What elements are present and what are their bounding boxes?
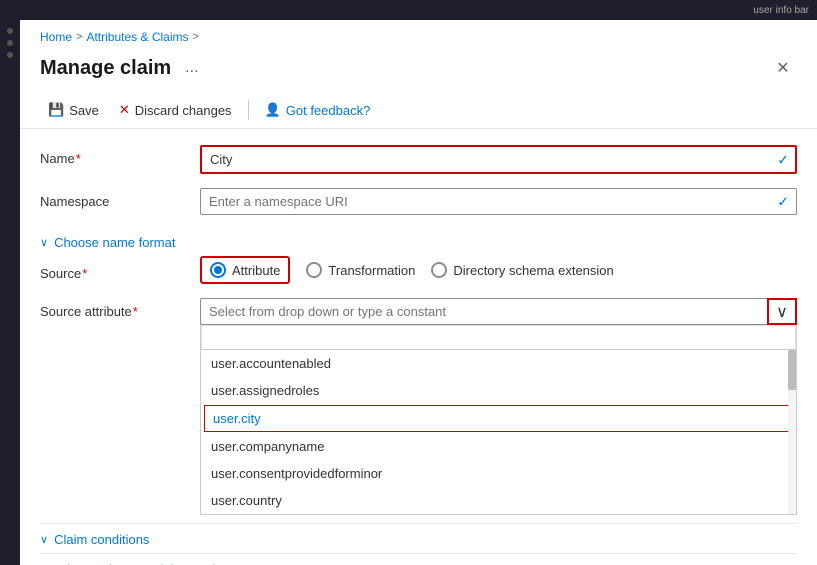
- main-content: Home > Attributes & Claims > Manage clai…: [20, 20, 817, 565]
- namespace-label: Namespace: [40, 188, 200, 209]
- feedback-icon: 👤: [265, 102, 281, 118]
- dropdown-search-input[interactable]: [201, 325, 796, 350]
- page-title: Manage claim: [40, 57, 171, 80]
- discard-icon: ✕: [119, 102, 130, 118]
- scrollbar-thumb: [788, 350, 796, 390]
- breadcrumb-sep-1: >: [76, 31, 82, 43]
- sidebar: [0, 20, 20, 565]
- namespace-input[interactable]: [200, 188, 797, 215]
- close-button[interactable]: ✕: [769, 54, 797, 82]
- dropdown-items-list: user.accountenabled user.assignedroles u…: [201, 350, 796, 514]
- dropdown-item-consent[interactable]: user.consentprovidedforminor: [201, 460, 796, 487]
- claim-conditions-label: Claim conditions: [54, 532, 149, 547]
- directory-radio-label: Directory schema extension: [453, 263, 613, 278]
- save-icon: 💾: [48, 102, 64, 118]
- feedback-button[interactable]: 👤 Got feedback?: [257, 98, 379, 122]
- name-label: Name*: [40, 145, 200, 166]
- dropdown-trigger-row: ∨: [200, 298, 797, 325]
- dropdown-item-country[interactable]: user.country: [201, 487, 796, 514]
- name-checkmark: ✓: [777, 151, 789, 168]
- form-body: Name* ✓ Namespace ✓ ∨ Choose name format: [20, 129, 817, 565]
- dropdown-item-city[interactable]: user.city: [204, 405, 793, 432]
- source-directory-option[interactable]: Directory schema extension: [431, 262, 613, 278]
- breadcrumb-home[interactable]: Home: [40, 30, 72, 44]
- sidebar-dot-2: [7, 40, 13, 46]
- toolbar: 💾 Save ✕ Discard changes 👤 Got feedback?: [20, 92, 817, 129]
- ellipsis-button[interactable]: ...: [179, 57, 204, 79]
- chevron-down-icon: ∨: [776, 302, 788, 322]
- name-row: Name* ✓: [40, 145, 797, 174]
- sidebar-dot-1: [7, 28, 13, 34]
- dropdown-item-accountenabled[interactable]: user.accountenabled: [201, 350, 796, 377]
- attribute-radio-circle: [210, 262, 226, 278]
- name-format-chevron: ∨: [40, 236, 48, 249]
- top-bar-text: user info bar: [753, 5, 809, 16]
- page-header: Manage claim ... ✕: [20, 50, 817, 92]
- name-required: *: [76, 151, 81, 166]
- attribute-radio-inner: [214, 266, 222, 274]
- source-radio-group: Attribute Transformation Directory schem…: [200, 256, 797, 284]
- dropdown-arrow-button[interactable]: ∨: [767, 298, 797, 325]
- source-attr-required: *: [133, 304, 138, 319]
- discard-label: Discard changes: [135, 103, 232, 118]
- name-format-label: Choose name format: [54, 235, 175, 250]
- source-label: Source*: [40, 260, 200, 281]
- transformation-radio-label: Transformation: [328, 263, 415, 278]
- sidebar-dot-3: [7, 52, 13, 58]
- toolbar-divider: [248, 100, 249, 120]
- dropdown-scroll-container: user.accountenabled user.assignedroles u…: [201, 350, 796, 514]
- source-required: *: [82, 266, 87, 281]
- scrollbar-track[interactable]: [788, 350, 796, 514]
- save-button[interactable]: 💾 Save: [40, 98, 107, 122]
- claim-conditions-row[interactable]: ∨ Claim conditions: [40, 523, 797, 553]
- name-input-wrap: ✓: [200, 145, 797, 174]
- advanced-saml-row[interactable]: ∨ Advanced SAML claims options: [40, 553, 797, 565]
- breadcrumb-sep-2: >: [192, 31, 198, 43]
- breadcrumb: Home > Attributes & Claims >: [20, 20, 817, 50]
- source-attribute-label: Source attribute*: [40, 298, 200, 319]
- dropdown-item-companyname[interactable]: user.companyname: [201, 433, 796, 460]
- source-attribute-input[interactable]: [200, 298, 797, 325]
- claim-conditions-chevron: ∨: [40, 533, 48, 546]
- source-attribute-option[interactable]: Attribute: [200, 256, 290, 284]
- choose-name-format-row[interactable]: ∨ Choose name format: [40, 229, 797, 256]
- directory-radio-circle: [431, 262, 447, 278]
- save-label: Save: [69, 103, 99, 118]
- source-attribute-row: Source attribute* ∨ use: [40, 298, 797, 515]
- dropdown-list: user.accountenabled user.assignedroles u…: [200, 324, 797, 515]
- discard-changes-button[interactable]: ✕ Discard changes: [111, 98, 240, 122]
- namespace-input-wrap: ✓: [200, 188, 797, 215]
- source-row: Source* Attribute Transformation: [40, 256, 797, 284]
- feedback-label: Got feedback?: [286, 103, 371, 118]
- attribute-radio-label: Attribute: [232, 263, 280, 278]
- namespace-row: Namespace ✓: [40, 188, 797, 215]
- source-options-wrap: Attribute Transformation Directory schem…: [200, 256, 797, 284]
- breadcrumb-attributes-claims[interactable]: Attributes & Claims: [86, 30, 188, 44]
- source-attribute-dropdown-wrap: ∨ user.accountenabled user.assignedroles…: [200, 298, 797, 515]
- source-transformation-option[interactable]: Transformation: [306, 262, 415, 278]
- page-title-area: Manage claim ...: [40, 57, 205, 80]
- name-input[interactable]: [200, 145, 797, 174]
- dropdown-item-assignedroles[interactable]: user.assignedroles: [201, 377, 796, 404]
- namespace-checkmark: ✓: [777, 193, 789, 210]
- transformation-radio-circle: [306, 262, 322, 278]
